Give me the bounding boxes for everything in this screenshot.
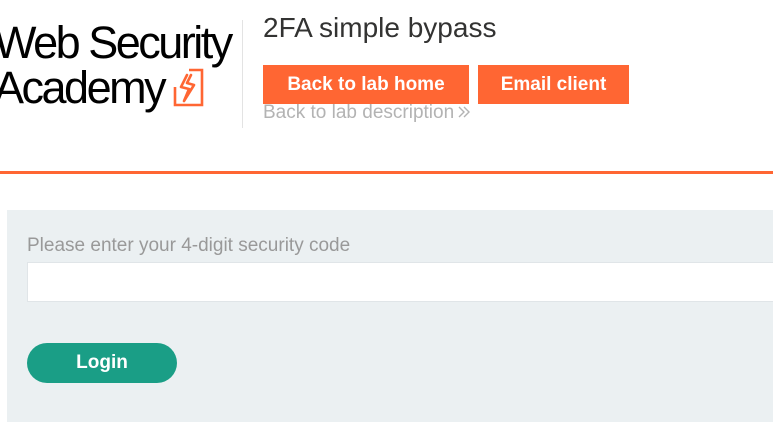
back-to-lab-home-button[interactable]: Back to lab home <box>263 65 469 104</box>
login-panel: Please enter your 4-digit security code … <box>7 210 773 422</box>
header-divider <box>242 20 243 128</box>
lightning-bolt-icon <box>173 68 204 107</box>
lab-header: Web Security Academy 2FA simple bypass B… <box>0 0 773 170</box>
logo-text-line2: Academy <box>0 62 167 113</box>
back-to-lab-description-label: Back to lab description <box>263 102 455 123</box>
logo-text-line1: Web Security <box>0 17 233 68</box>
back-to-lab-description-link[interactable]: Back to lab description <box>263 101 471 125</box>
page: Web Security Academy 2FA simple bypass B… <box>0 0 773 430</box>
lab-title: 2FA simple bypass <box>263 12 497 43</box>
security-code-label: Please enter your 4-digit security code <box>27 235 351 256</box>
login-button[interactable]: Login <box>27 343 177 383</box>
security-code-input[interactable] <box>27 262 773 302</box>
email-client-button[interactable]: Email client <box>478 65 629 104</box>
double-chevron-right-icon <box>458 106 471 118</box>
web-security-academy-logo[interactable]: Web Security Academy <box>0 18 240 114</box>
header-rule <box>0 171 773 174</box>
